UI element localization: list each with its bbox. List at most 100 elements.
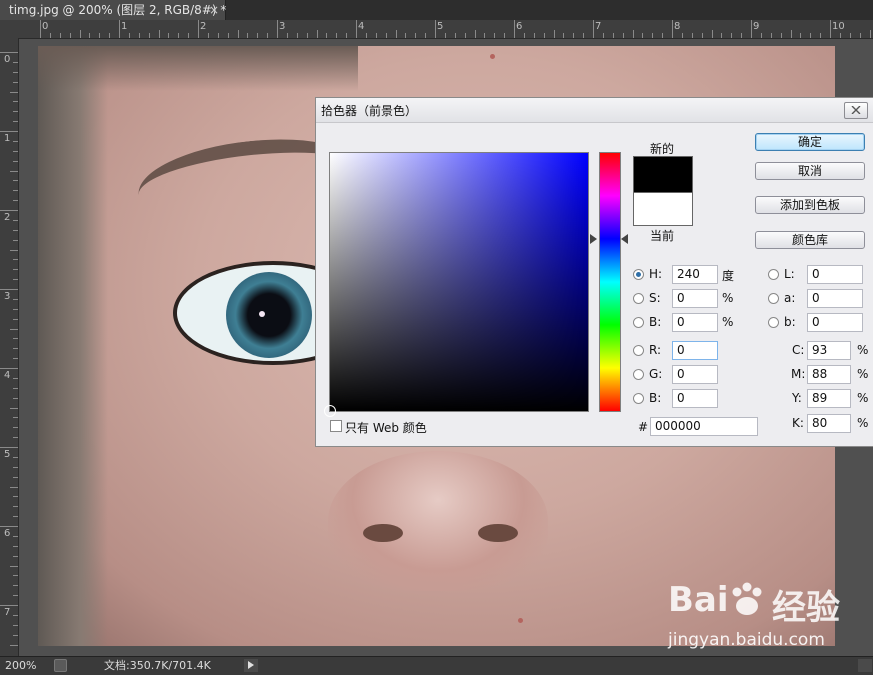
color-field-marker-icon[interactable]	[324, 405, 336, 417]
baidu-paw-logo-icon	[732, 582, 762, 615]
watermark-url: jingyan.baidu.com	[668, 630, 825, 650]
ruler-origin[interactable]	[0, 20, 19, 39]
ruler-label: 2	[200, 21, 207, 32]
ruler-minor-tick	[13, 111, 18, 113]
current-color-label: 当前	[650, 229, 675, 243]
lab-a-input[interactable]: 0	[807, 289, 863, 308]
h-input[interactable]: 240	[672, 265, 718, 284]
g-input[interactable]: 0	[672, 365, 718, 384]
ruler-minor-tick	[13, 358, 18, 360]
dialog-title-bar[interactable]: 拾色器（前景色）	[316, 98, 873, 123]
status-menu-arrow-icon[interactable]	[244, 659, 258, 672]
hue-slider[interactable]	[599, 152, 621, 412]
current-color-swatch[interactable]	[633, 192, 693, 226]
hue-slider-left-arrow-icon[interactable]	[590, 234, 597, 244]
ruler-minor-tick	[533, 33, 535, 38]
color-picker-dialog: 拾色器（前景色） 新的 当前 确定 取消 添加到色板 颜色库 H: 240 度 …	[315, 97, 873, 447]
lab-a-radio[interactable]	[768, 293, 779, 304]
ruler-tick	[119, 20, 120, 38]
ruler-minor-tick	[13, 575, 18, 577]
ruler-minor-tick	[13, 61, 18, 63]
ruler-minor-tick	[365, 33, 367, 38]
ruler-minor-tick	[13, 387, 18, 389]
s-radio[interactable]	[633, 293, 644, 304]
ruler-label: 0	[42, 21, 49, 32]
ruler-minor-tick	[13, 71, 18, 73]
ruler-minor-tick	[267, 33, 269, 38]
blue-radio[interactable]	[633, 393, 644, 404]
close-tab-icon[interactable]: ×	[209, 0, 219, 20]
r-radio[interactable]	[633, 345, 644, 356]
lab-a-label: a:	[784, 291, 796, 305]
ruler-minor-tick	[148, 33, 150, 38]
nose	[328, 451, 548, 591]
ruler-minor-tick	[681, 33, 683, 38]
color-field[interactable]	[324, 152, 589, 417]
ruler-minor-tick	[316, 30, 318, 38]
lab-l-input[interactable]: 0	[807, 265, 863, 284]
ruler-minor-tick	[13, 308, 18, 310]
b-input[interactable]: 0	[672, 313, 718, 332]
ruler-minor-tick	[286, 33, 288, 38]
r-label: R:	[649, 343, 662, 357]
ruler-minor-tick	[13, 219, 18, 221]
k-input[interactable]: 80	[807, 414, 851, 433]
ruler-minor-tick	[10, 249, 18, 251]
document-tab[interactable]: timg.jpg @ 200% (图层 2, RGB/8#) * ×	[0, 0, 226, 20]
m-unit: %	[857, 367, 869, 381]
zoom-level[interactable]: 200%	[5, 657, 36, 674]
ruler-minor-tick	[800, 33, 802, 38]
c-input[interactable]: 93	[807, 341, 851, 360]
web-colors-only-checkbox[interactable]	[330, 420, 342, 432]
ruler-minor-tick	[583, 33, 585, 38]
ruler-minor-tick	[188, 33, 190, 38]
horizontal-ruler[interactable]: 0 1 2 3 4 5 6 7 8 9 10	[18, 20, 873, 39]
k-unit: %	[857, 416, 869, 430]
ruler-label: 1	[4, 133, 11, 144]
ruler-tick	[0, 447, 18, 448]
g-radio[interactable]	[633, 369, 644, 380]
add-to-swatches-button[interactable]: 添加到色板	[755, 196, 865, 214]
ruler-minor-tick	[741, 33, 743, 38]
blue-input[interactable]: 0	[672, 389, 718, 408]
lab-l-label: L:	[784, 267, 795, 281]
ruler-minor-tick	[543, 33, 545, 38]
ruler-label: 9	[753, 21, 760, 32]
document-profile-icon[interactable]	[54, 659, 67, 672]
c-unit: %	[857, 343, 869, 357]
m-input[interactable]: 88	[807, 365, 851, 384]
ruler-minor-tick	[622, 33, 624, 38]
ruler-minor-tick	[13, 437, 18, 439]
blue-label: B:	[649, 391, 662, 405]
b-radio[interactable]	[633, 317, 644, 328]
r-input[interactable]: 0	[672, 341, 718, 360]
s-input[interactable]: 0	[672, 289, 718, 308]
lab-b-radio[interactable]	[768, 317, 779, 328]
hue-slider-right-arrow-icon[interactable]	[621, 234, 628, 244]
cancel-button[interactable]: 取消	[755, 162, 865, 180]
ruler-minor-tick	[859, 33, 861, 38]
y-input[interactable]: 89	[807, 389, 851, 408]
ruler-minor-tick	[13, 535, 18, 537]
lab-b-input[interactable]: 0	[807, 313, 863, 332]
ruler-minor-tick	[217, 33, 219, 38]
g-label: G:	[649, 367, 663, 381]
close-dialog-button[interactable]	[844, 102, 868, 119]
vertical-ruler[interactable]: 0 1 2 3 4 5 6 7	[0, 38, 19, 656]
ruler-minor-tick	[13, 624, 18, 626]
ruler-minor-tick	[13, 466, 18, 468]
ruler-minor-tick	[415, 33, 417, 38]
ruler-label: 1	[121, 21, 128, 32]
hex-input[interactable]: 000000	[650, 417, 758, 436]
ruler-minor-tick	[158, 30, 160, 38]
color-libraries-button[interactable]: 颜色库	[755, 231, 865, 249]
h-radio[interactable]	[633, 269, 644, 280]
close-icon	[851, 105, 861, 115]
eye-highlight	[259, 311, 265, 317]
lab-l-radio[interactable]	[768, 269, 779, 280]
status-bar: 200% 文档:350.7K/701.4K	[0, 656, 873, 675]
ruler-tick	[356, 20, 357, 38]
ruler-minor-tick	[474, 30, 476, 38]
ruler-tick	[0, 289, 18, 290]
ok-button[interactable]: 确定	[755, 133, 865, 151]
